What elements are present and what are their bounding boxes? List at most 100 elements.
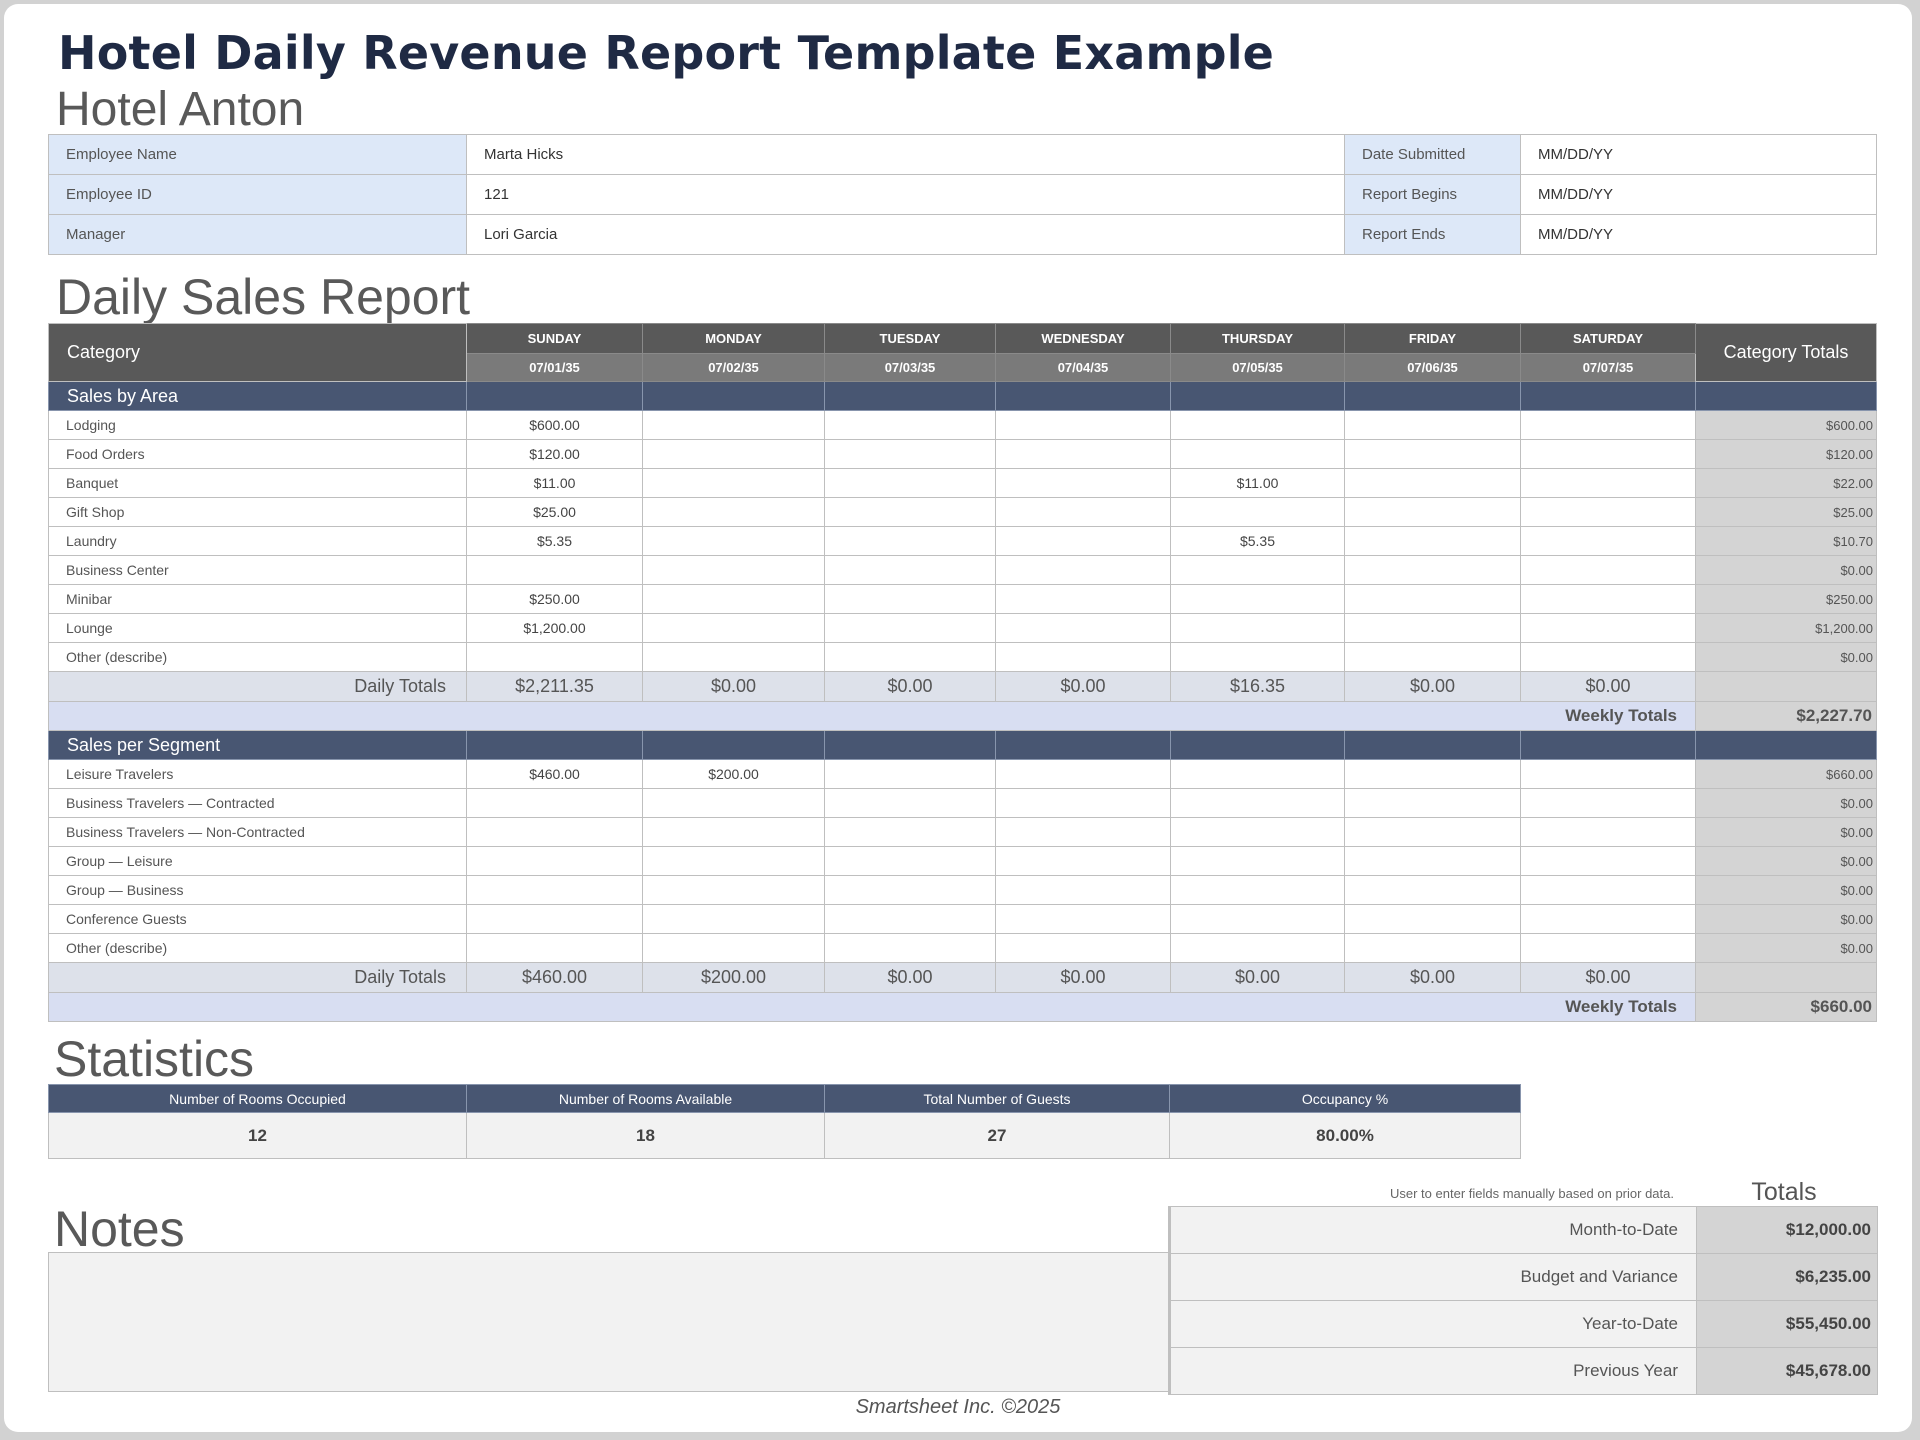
amount-cell[interactable] (643, 469, 825, 498)
amount-cell[interactable]: $1,200.00 (467, 614, 643, 643)
amount-cell[interactable] (1521, 498, 1696, 527)
amount-cell[interactable]: $250.00 (467, 585, 643, 614)
amount-cell[interactable] (996, 905, 1171, 934)
amount-cell[interactable] (643, 498, 825, 527)
amount-cell[interactable] (996, 614, 1171, 643)
amount-cell[interactable] (1345, 585, 1521, 614)
amount-cell[interactable] (825, 614, 996, 643)
rooms-available-value[interactable]: 18 (467, 1113, 825, 1159)
month-to-date-value[interactable]: $12,000.00 (1697, 1207, 1878, 1254)
amount-cell[interactable] (825, 760, 996, 789)
amount-cell[interactable] (996, 585, 1171, 614)
amount-cell[interactable] (467, 556, 643, 585)
amount-cell[interactable] (467, 876, 643, 905)
amount-cell[interactable] (1171, 818, 1345, 847)
amount-cell[interactable] (1171, 440, 1345, 469)
amount-cell[interactable] (825, 440, 996, 469)
amount-cell[interactable] (1171, 556, 1345, 585)
amount-cell[interactable] (1171, 789, 1345, 818)
amount-cell[interactable] (1345, 556, 1521, 585)
amount-cell[interactable]: $5.35 (467, 527, 643, 556)
amount-cell[interactable] (467, 934, 643, 963)
amount-cell[interactable] (1521, 411, 1696, 440)
amount-cell[interactable] (825, 818, 996, 847)
amount-cell[interactable] (1345, 498, 1521, 527)
amount-cell[interactable] (467, 847, 643, 876)
amount-cell[interactable] (825, 847, 996, 876)
amount-cell[interactable] (643, 934, 825, 963)
amount-cell[interactable] (467, 905, 643, 934)
amount-cell[interactable] (643, 818, 825, 847)
amount-cell[interactable] (1345, 469, 1521, 498)
amount-cell[interactable] (825, 498, 996, 527)
amount-cell[interactable] (1521, 789, 1696, 818)
amount-cell[interactable] (996, 760, 1171, 789)
amount-cell[interactable] (1521, 643, 1696, 672)
amount-cell[interactable] (1345, 847, 1521, 876)
amount-cell[interactable] (1345, 789, 1521, 818)
amount-cell[interactable] (643, 411, 825, 440)
amount-cell[interactable] (825, 643, 996, 672)
amount-cell[interactable] (1521, 847, 1696, 876)
amount-cell[interactable] (1521, 905, 1696, 934)
amount-cell[interactable] (467, 789, 643, 818)
amount-cell[interactable] (825, 585, 996, 614)
amount-cell[interactable] (643, 585, 825, 614)
amount-cell[interactable] (1521, 818, 1696, 847)
amount-cell[interactable] (643, 847, 825, 876)
previous-year-value[interactable]: $45,678.00 (1697, 1348, 1878, 1395)
amount-cell[interactable]: $11.00 (1171, 469, 1345, 498)
amount-cell[interactable] (1521, 556, 1696, 585)
amount-cell[interactable] (996, 556, 1171, 585)
amount-cell[interactable] (1345, 440, 1521, 469)
amount-cell[interactable]: $600.00 (467, 411, 643, 440)
amount-cell[interactable] (467, 643, 643, 672)
amount-cell[interactable] (1171, 876, 1345, 905)
amount-cell[interactable] (996, 411, 1171, 440)
occupancy-value[interactable]: 80.00% (1170, 1113, 1521, 1159)
amount-cell[interactable] (1345, 934, 1521, 963)
amount-cell[interactable] (996, 469, 1171, 498)
report-ends-field[interactable]: MM/DD/YY (1521, 215, 1877, 255)
amount-cell[interactable] (1345, 818, 1521, 847)
amount-cell[interactable] (1171, 498, 1345, 527)
total-guests-value[interactable]: 27 (825, 1113, 1170, 1159)
amount-cell[interactable] (996, 847, 1171, 876)
amount-cell[interactable] (996, 498, 1171, 527)
amount-cell[interactable] (1521, 760, 1696, 789)
amount-cell[interactable] (996, 876, 1171, 905)
amount-cell[interactable] (643, 876, 825, 905)
report-begins-field[interactable]: MM/DD/YY (1521, 175, 1877, 215)
amount-cell[interactable] (643, 556, 825, 585)
amount-cell[interactable] (1345, 411, 1521, 440)
amount-cell[interactable] (643, 440, 825, 469)
amount-cell[interactable] (1521, 469, 1696, 498)
amount-cell[interactable] (1171, 934, 1345, 963)
amount-cell[interactable]: $25.00 (467, 498, 643, 527)
amount-cell[interactable] (1171, 411, 1345, 440)
amount-cell[interactable] (1345, 876, 1521, 905)
amount-cell[interactable] (643, 789, 825, 818)
rooms-occupied-value[interactable]: 12 (49, 1113, 467, 1159)
amount-cell[interactable] (996, 934, 1171, 963)
amount-cell[interactable] (1171, 643, 1345, 672)
amount-cell[interactable] (825, 789, 996, 818)
amount-cell[interactable] (643, 527, 825, 556)
amount-cell[interactable] (825, 527, 996, 556)
employee-id-field[interactable]: 121 (467, 175, 1345, 215)
amount-cell[interactable] (643, 643, 825, 672)
amount-cell[interactable]: $11.00 (467, 469, 643, 498)
amount-cell[interactable] (996, 527, 1171, 556)
amount-cell[interactable] (1171, 905, 1345, 934)
budget-variance-value[interactable]: $6,235.00 (1697, 1254, 1878, 1301)
amount-cell[interactable] (825, 876, 996, 905)
notes-field[interactable] (48, 1252, 1169, 1392)
amount-cell[interactable]: $120.00 (467, 440, 643, 469)
amount-cell[interactable] (1521, 934, 1696, 963)
amount-cell[interactable] (825, 469, 996, 498)
amount-cell[interactable] (1521, 614, 1696, 643)
amount-cell[interactable] (1171, 760, 1345, 789)
amount-cell[interactable] (1521, 527, 1696, 556)
amount-cell[interactable] (1345, 905, 1521, 934)
employee-name-field[interactable]: Marta Hicks (467, 135, 1345, 175)
